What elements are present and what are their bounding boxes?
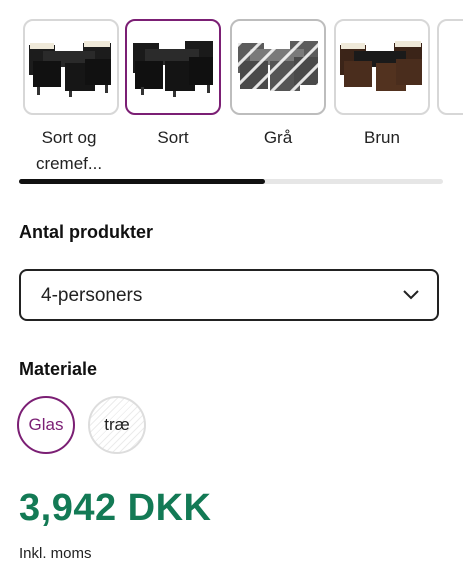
variant-swatch-sort[interactable]: Sort [125,19,221,151]
furniture-black-cream-image [29,41,111,97]
furniture-brown-image [340,41,422,91]
price-amount: 3,942 DKK [19,487,212,529]
quantity-title: Antal produkter [19,222,154,242]
variant-thumbnail [437,19,463,115]
variant-thumbnail [125,19,221,115]
variant-thumbnail [23,19,119,115]
material-option-label: Glas [28,415,64,434]
quantity-selected-value: 4-personers [41,285,143,306]
variant-swatch-partial[interactable] [437,19,463,115]
furniture-black-image [133,41,213,97]
variant-scrollbar-thumb[interactable] [19,179,265,184]
variant-swatch-brun[interactable]: Brun [334,19,430,151]
variant-carousel[interactable]: Sort og cremef... Sort Grå Brun [23,19,463,179]
chevron-down-icon [403,290,419,300]
variant-swatch-graa[interactable]: Grå [230,19,326,151]
material-option-label: træ [104,415,130,434]
material-option-trae[interactable]: træ [88,396,146,454]
variant-label: Grå [263,128,293,147]
variant-thumbnail [334,19,430,115]
price-tax-note: Inkl. moms [19,545,92,562]
variant-swatch-sort-og-cremefarvet[interactable]: Sort og cremef... [23,19,119,177]
variant-label: Brun [364,128,400,147]
variant-label: Sort [157,128,189,147]
quantity-select[interactable]: 4-personers [19,269,439,321]
variant-thumbnail [230,19,326,115]
variant-scrollbar[interactable] [19,179,443,184]
material-option-glas[interactable]: Glas [17,396,75,454]
furniture-grey-image [232,21,324,113]
material-title: Materiale [19,359,98,379]
variant-label: Sort og cremef... [35,128,103,173]
